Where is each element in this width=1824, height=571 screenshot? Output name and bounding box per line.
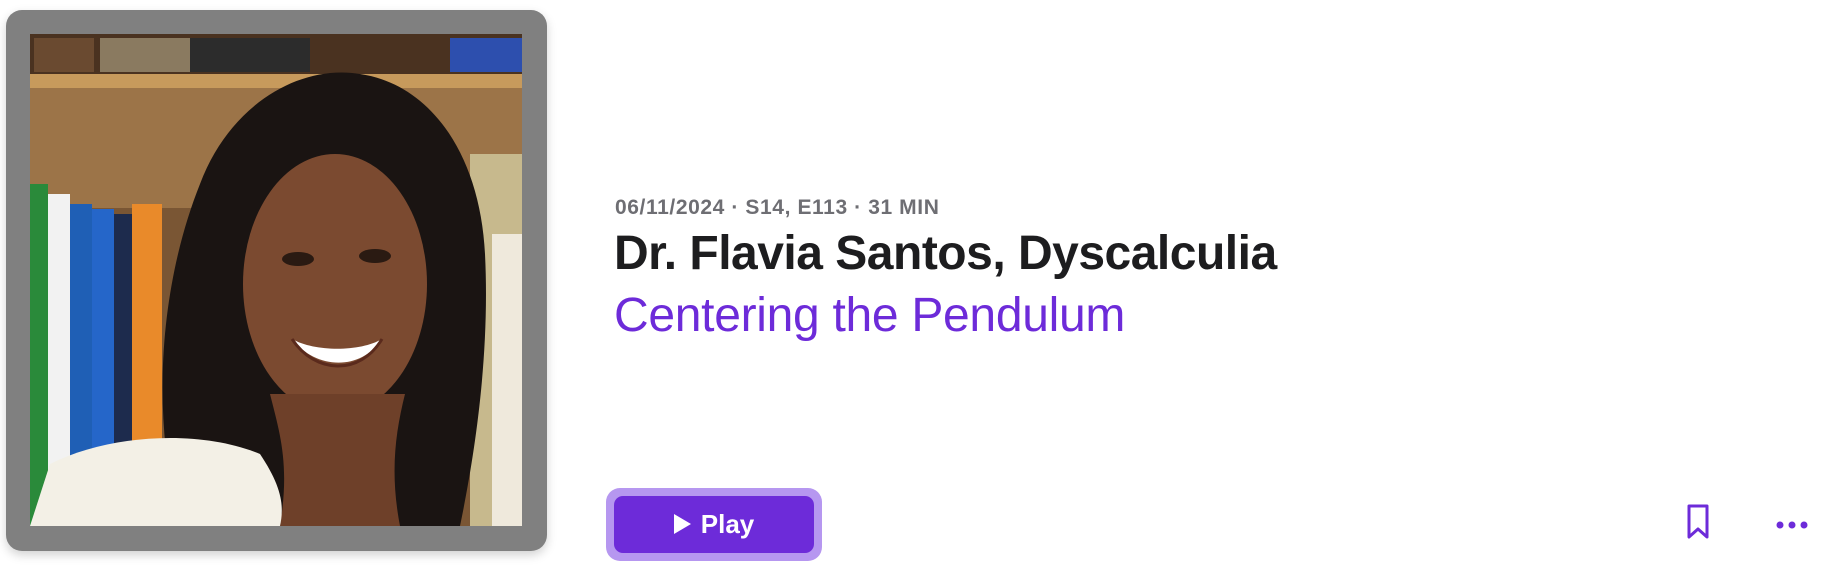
play-button-label: Play	[700, 509, 755, 539]
more-options-button[interactable]	[1772, 510, 1812, 540]
episode-title: Dr. Flavia Santos, Dyscalculia	[614, 227, 1277, 280]
episode-artwork-card	[6, 10, 547, 551]
episode-meta: 06/11/2024 · S14, E113 · 31 MIN	[615, 196, 940, 219]
play-icon	[673, 514, 691, 534]
bookmark-icon	[1687, 504, 1709, 539]
ellipsis-icon	[1776, 521, 1808, 529]
episode-artwork-image	[30, 34, 522, 526]
bookmark-button[interactable]	[1680, 502, 1716, 542]
play-button[interactable]: Play	[614, 496, 814, 553]
show-name-link[interactable]: Centering the Pendulum	[614, 288, 1125, 343]
episode-header: 06/11/2024 · S14, E113 · 31 MIN Dr. Flav…	[0, 0, 1824, 571]
